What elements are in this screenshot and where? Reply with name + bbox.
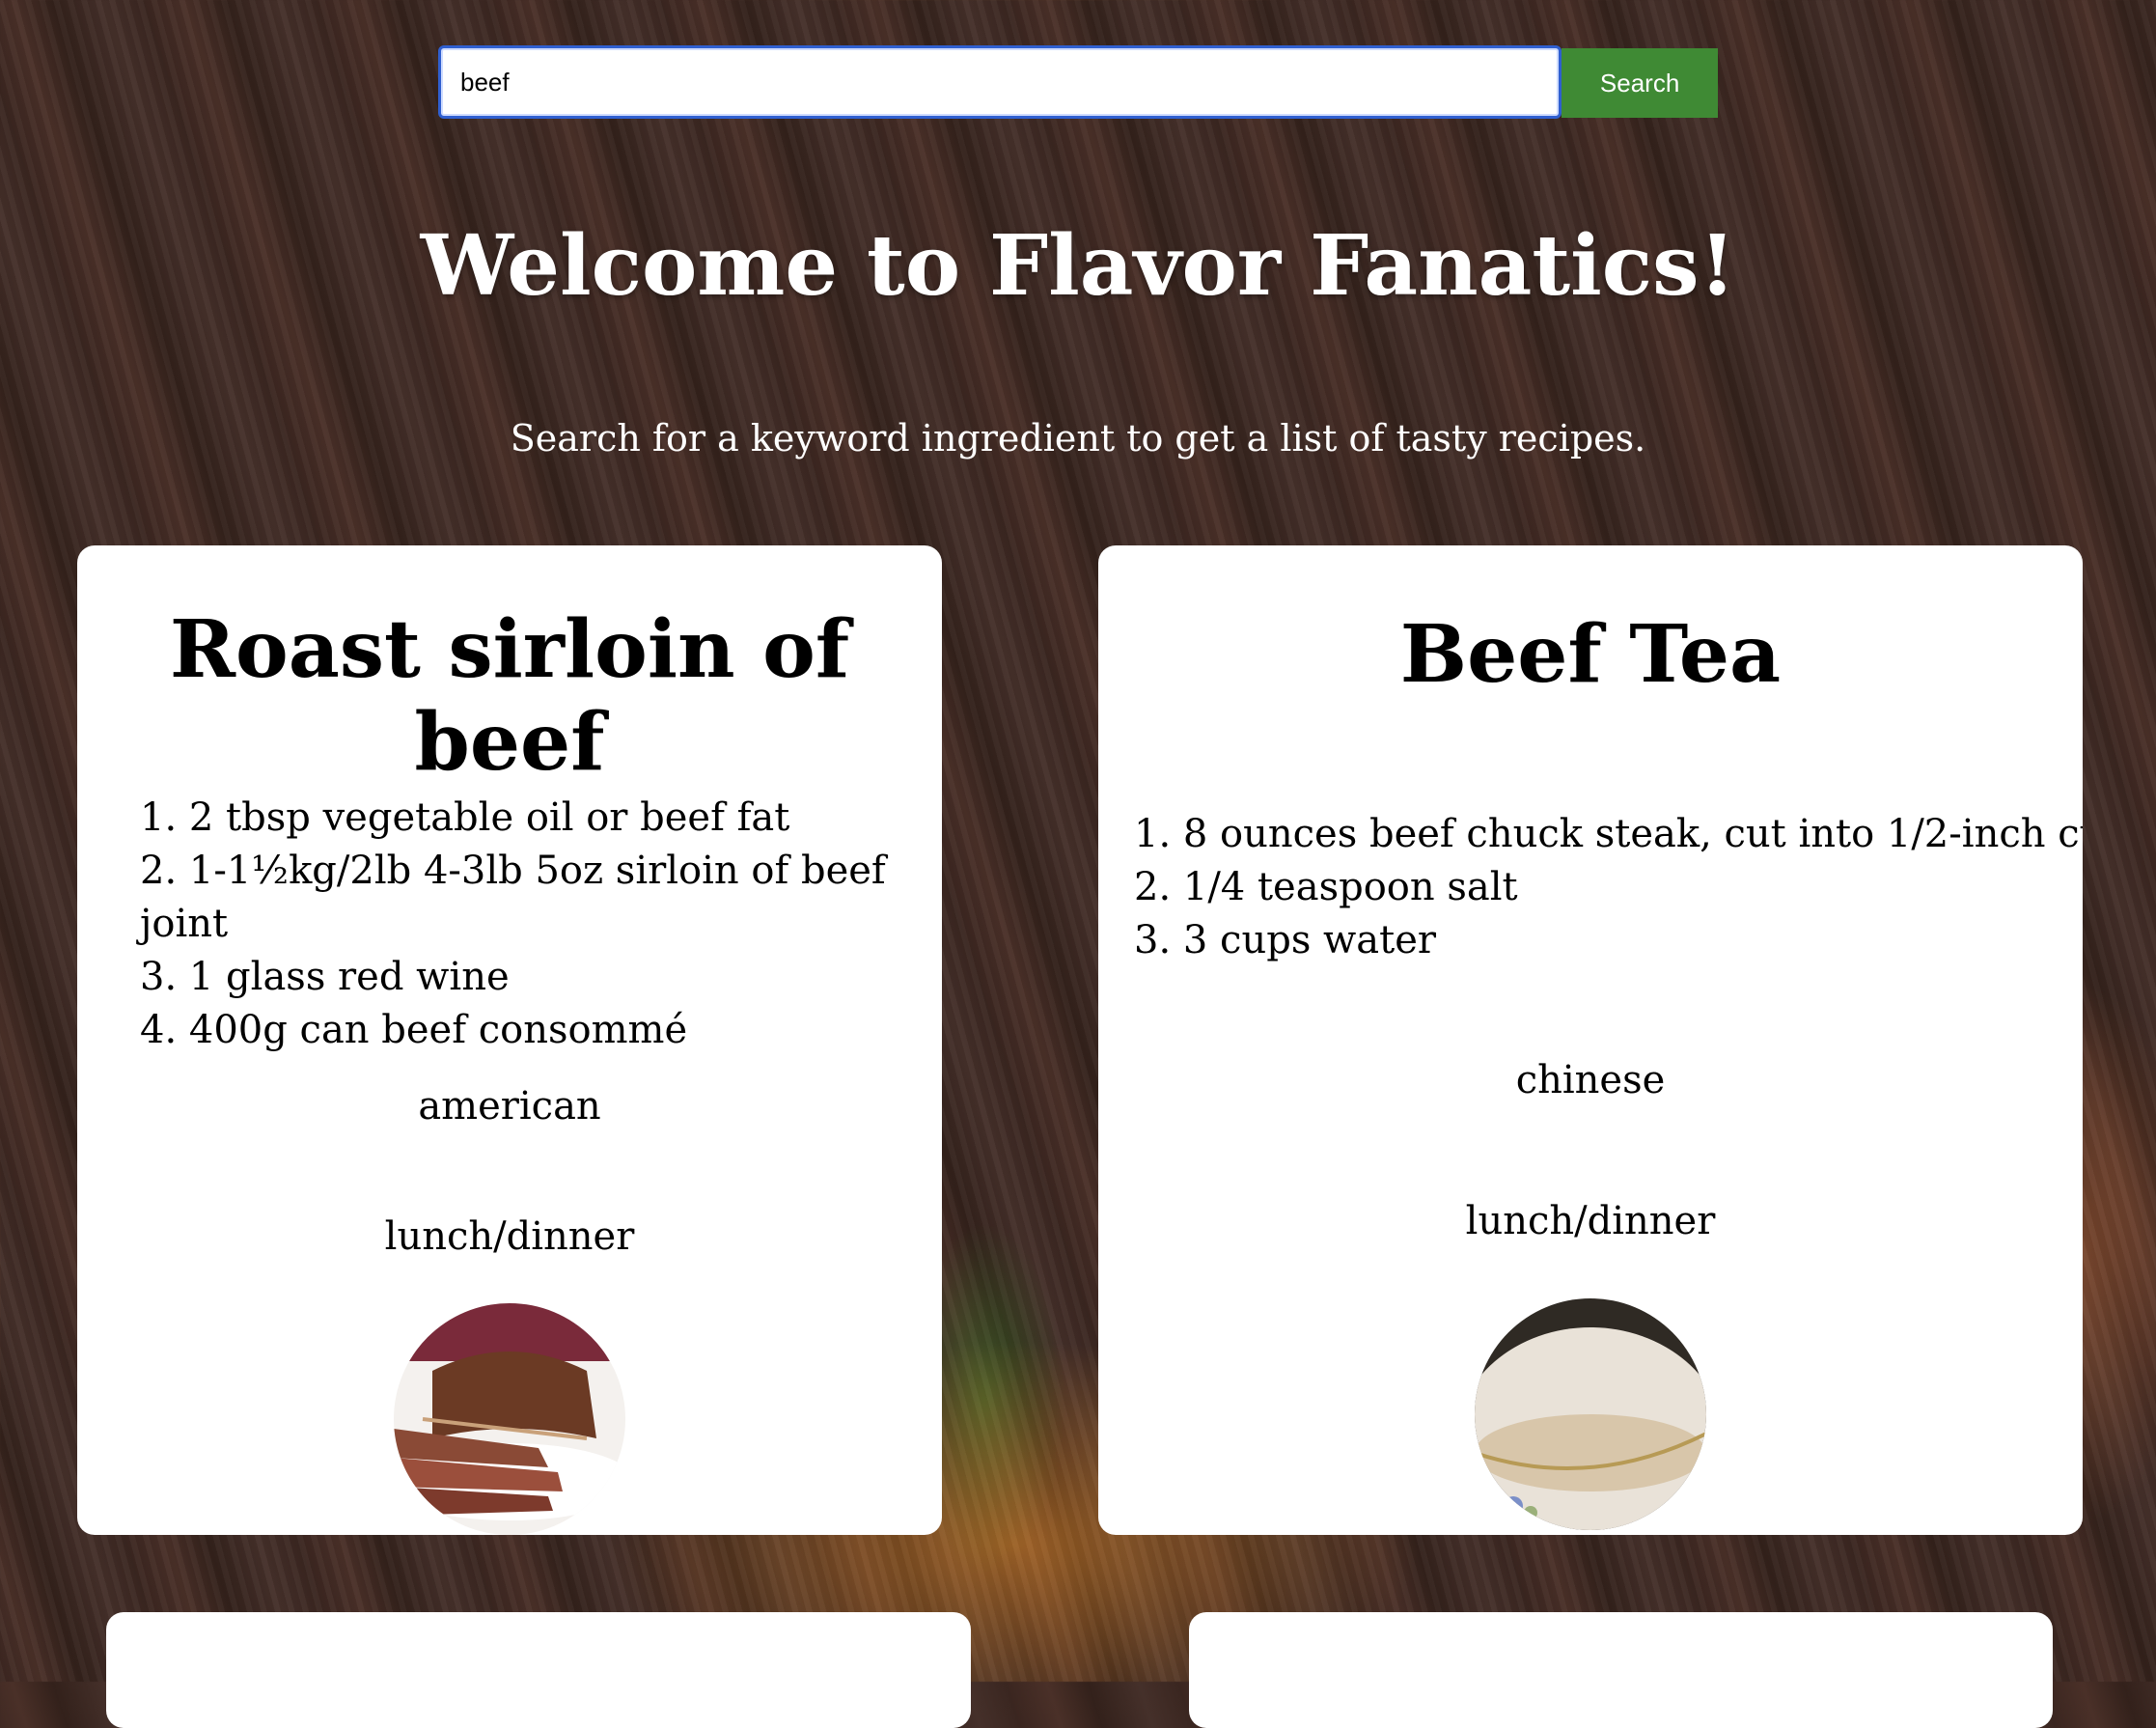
cuisine-label: chinese: [1515, 1058, 1666, 1102]
ingredient-item: 2. 1/4 teaspoon salt: [1134, 865, 1518, 909]
recipe-title: Beef Tea: [1399, 608, 1782, 701]
page-title: Welcome to Flavor Fanatics!: [420, 217, 1736, 315]
ingredient-item: 3. 1 glass red wine: [140, 955, 510, 999]
meal-type-label: lunch/dinner: [1465, 1199, 1716, 1243]
search-button[interactable]: Search: [1562, 48, 1718, 118]
ingredient-item: 1. 8 ounces beef chuck steak, cut into 1…: [1134, 812, 2083, 856]
ingredient-item: 4. 400g can beef consommé: [140, 1008, 688, 1052]
ingredient-list: 1. 2 tbsp vegetable oil or beef fat 2. 1…: [140, 792, 942, 1057]
recipe-card[interactable]: [106, 1612, 971, 1728]
recipe-image[interactable]: [394, 1303, 625, 1535]
search-bar: Search: [438, 45, 1718, 119]
recipe-image[interactable]: [1475, 1298, 1706, 1530]
recipe-title: Roast sirloin of beef: [169, 603, 850, 789]
ingredient-item: 1. 2 tbsp vegetable oil or beef fat: [140, 795, 790, 840]
meal-type-label: lunch/dinner: [384, 1214, 635, 1259]
recipe-card[interactable]: Roast sirloin of beef 1. 2 tbsp vegetabl…: [77, 545, 942, 1535]
cuisine-label: american: [418, 1084, 601, 1129]
ingredient-item: 3. 3 cups water: [1134, 918, 1437, 962]
recipe-card[interactable]: [1189, 1612, 2053, 1728]
recipe-card[interactable]: Beef Tea 1. 8 ounces beef chuck steak, c…: [1098, 545, 2083, 1535]
search-input[interactable]: [438, 45, 1562, 119]
ingredient-list: 1. 8 ounces beef chuck steak, cut into 1…: [1134, 808, 2083, 967]
page-subtitle: Search for a keyword ingredient to get a…: [510, 417, 1646, 460]
ingredient-item: 2. 1-1½kg/2lb 4-3lb 5oz sirloin of beef …: [140, 849, 886, 946]
